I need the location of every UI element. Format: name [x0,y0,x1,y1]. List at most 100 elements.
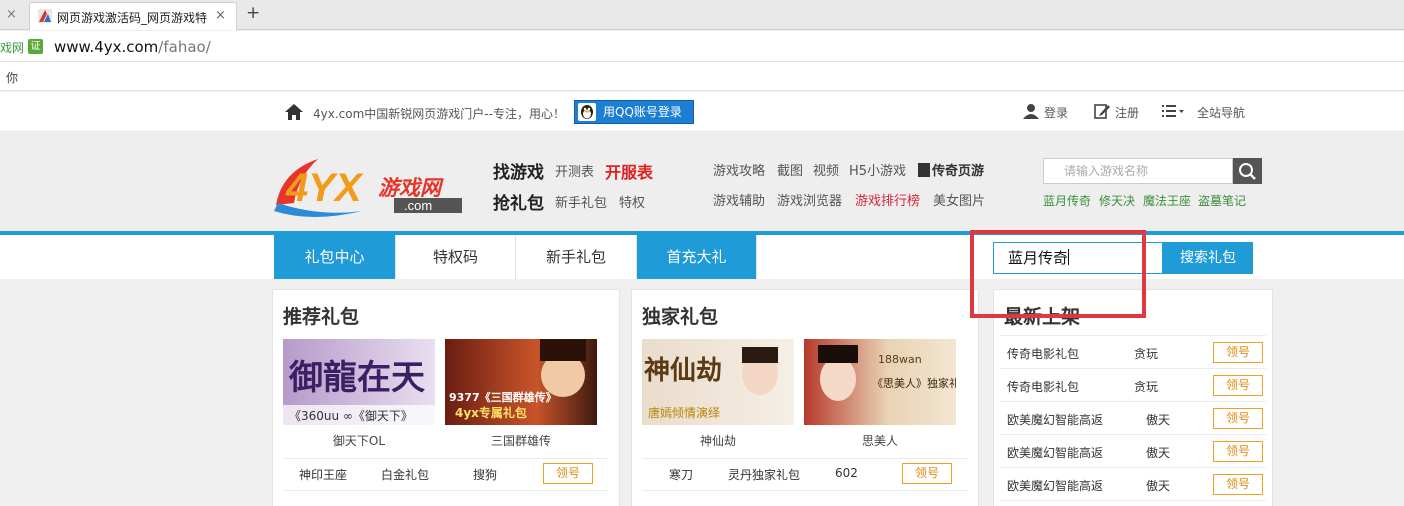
claim-button[interactable]: 领号 [1213,375,1263,396]
shenxianjie-artwork: 神仙劫 唐嫣倾情演绎 [644,347,778,420]
active-tab[interactable]: 网页游戏激活码_网页游戏特 × [29,2,237,30]
new-arrival-name[interactable]: 欧美魔幻智能高返 [1007,411,1103,428]
nav-browser-link[interactable]: 游戏浏览器 [777,190,842,209]
simeiren-thumbnail[interactable]: 188wan 《思美人》独家礼包 [804,339,956,425]
hot-game-link[interactable]: 蓝月传奇 [1043,192,1091,209]
url-text[interactable]: www.4yx.com/fahao/ [54,38,211,56]
new-arrival-name[interactable]: 传奇电影礼包 [1007,378,1079,395]
simeiren-caption[interactable]: 思美人 [804,432,956,449]
site-logo[interactable]: 4YX 游戏网 .com [272,153,468,223]
claim-button[interactable]: 领号 [1213,441,1263,462]
sanguo-art-subtitle: 4yx专属礼包 [455,405,527,420]
url-path: /fahao/ [158,38,211,56]
grab-gift-link[interactable]: 抢礼包 [493,189,544,214]
register-link[interactable]: 注册 [1115,104,1139,121]
recommend-row-game[interactable]: 神印王座 [299,466,347,483]
new-arrival-platform: 傲天 [1146,413,1171,427]
shenxianjie-caption[interactable]: 神仙劫 [642,432,794,449]
game-search-input[interactable]: 请输入游戏名称 [1043,158,1233,184]
new-arrival-platform: 贪玩 [1134,347,1159,361]
new-arrivals-divider [1000,401,1266,402]
exclusive-divider [642,490,968,491]
new-arrival-name[interactable]: 欧美魔幻智能高返 [1007,444,1103,461]
nav-legend-link[interactable]: 传奇页游 [918,160,984,179]
prev-tab-close-icon[interactable]: × [6,7,17,22]
new-arrivals-divider [1000,368,1266,369]
url-host: www.4yx.com [54,38,159,56]
claim-button[interactable]: 领号 [1213,342,1263,363]
bookmark-item[interactable]: 你 [6,69,18,86]
nav-ranking-link[interactable]: 游戏排行榜 [855,190,920,209]
yutianxia-art-subtitle: 《360uu ∞《御天下》 [289,408,413,423]
new-arrival-platform: 傲天 [1146,479,1171,493]
nav-video-link[interactable]: 视频 [813,160,839,179]
exclusive-divider [642,458,968,459]
shenxianjie-thumbnail[interactable]: 神仙劫 唐嫣倾情演绎 [642,339,794,425]
tab-gift-center[interactable]: 礼包中心 [274,235,396,279]
new-arrival-name[interactable]: 传奇电影礼包 [1007,345,1079,362]
yutianxia-thumbnail[interactable]: 御龍在天 《360uu ∞《御天下》 [283,339,435,425]
hot-game-link[interactable]: 盗墓笔记 [1198,192,1246,209]
claim-button[interactable]: 领号 [543,463,593,484]
nav-h5-link[interactable]: H5小游戏 [849,160,906,179]
site-nav-link[interactable]: 全站导航 [1197,104,1245,121]
recommend-divider [283,490,609,491]
claim-button[interactable]: 领号 [902,463,952,484]
legend-tag-icon [918,163,930,177]
gift-tab-bar: 礼包中心 特权码 新手礼包 首充大礼 蓝月传奇 搜索礼包 [0,235,1404,279]
nav-strategy-link[interactable]: 游戏攻略 [713,160,765,179]
site-header: 4YX 游戏网 .com 找游戏 开测表 开服表 抢礼包 新手礼包 特权 游戏攻… [0,133,1404,231]
yutianxia-art-title: 御龍在天 [288,358,425,398]
nav-beauty-link[interactable]: 美女图片 [933,190,985,209]
claim-button[interactable]: 领号 [1213,474,1263,495]
simeiren-art-subtitle: 《思美人》独家礼包 [872,376,956,390]
find-game-link[interactable]: 找游戏 [493,158,544,183]
sanguo-caption[interactable]: 三国群雄传 [445,432,597,449]
recommend-row-platform: 搜狗 [473,468,498,482]
recommend-title: 推荐礼包 [283,306,360,328]
hot-game-link[interactable]: 魔法王座 [1143,192,1191,209]
menu-list-icon [1162,105,1184,117]
sanguo-thumbnail[interactable]: 9377《三国群雄传》 4yx专属礼包 [445,339,597,425]
tab-first-charge[interactable]: 首充大礼 [637,235,757,279]
qq-login-button[interactable]: 用QQ账号登录 [574,100,694,124]
tab-newbie-gift[interactable]: 新手礼包 [516,235,637,279]
new-arrival-platform: 贪玩 [1134,380,1159,394]
gift-search-button[interactable]: 搜索礼包 [1163,242,1253,274]
new-arrival-platform: 傲天 [1146,446,1171,460]
shenxianjie-art-subtitle: 唐嫣倾情演绎 [648,405,720,420]
site-top-bar: 4yx.com中国新锐网页游戏门户--专注，用心！ 用QQ账号登录 登录 注册 [0,92,1404,132]
browser-tab-bar: × 网页游戏激活码_网页游戏特 × + [0,0,1404,30]
logo-chinese: 游戏网 [378,176,444,200]
nav-screenshot-link[interactable]: 截图 [777,160,803,179]
certificate-badge-icon[interactable]: 证 [28,39,43,54]
exclusive-title: 独家礼包 [642,306,719,328]
qq-penguin-icon [578,103,596,121]
page: × 网页游戏激活码_网页游戏特 × + 戏网 证 www.4yx.com/fah… [0,0,1404,506]
exclusive-row-game[interactable]: 寒刀 [669,466,693,483]
new-tab-button[interactable]: + [246,3,260,23]
server-list-link[interactable]: 开服表 [605,159,653,183]
home-icon[interactable] [285,104,303,120]
newbie-gift-link[interactable]: 新手礼包 [555,192,607,211]
yutianxia-caption[interactable]: 御天下OL [283,432,435,449]
game-search-button[interactable] [1233,158,1262,184]
user-icon [1023,104,1039,119]
recommend-row-gift: 白金礼包 [381,468,430,482]
login-link[interactable]: 登录 [1044,104,1068,121]
nav-assist-link[interactable]: 游戏辅助 [713,190,765,209]
privilege-link[interactable]: 特权 [619,192,645,211]
test-list-link[interactable]: 开测表 [555,161,594,180]
qq-login-label: 用QQ账号登录 [603,105,682,119]
hot-game-link[interactable]: 修天决 [1099,192,1135,209]
shenxianjie-art-title: 神仙劫 [644,356,722,386]
address-bar[interactable]: 戏网 证 www.4yx.com/fahao/ [0,31,1404,62]
bookmark-bar: 你 [0,62,1404,91]
tab-close-icon[interactable]: × [215,8,226,23]
simeiren-artwork: 188wan 《思美人》独家礼包 [818,345,956,401]
exclusive-row-gift: 灵丹独家礼包 [728,468,801,482]
claim-button[interactable]: 领号 [1213,408,1263,429]
logo-mark: 4YX [285,166,364,210]
tab-privilege-code[interactable]: 特权码 [396,235,516,279]
new-arrival-name[interactable]: 欧美魔幻智能高返 [1007,477,1103,494]
